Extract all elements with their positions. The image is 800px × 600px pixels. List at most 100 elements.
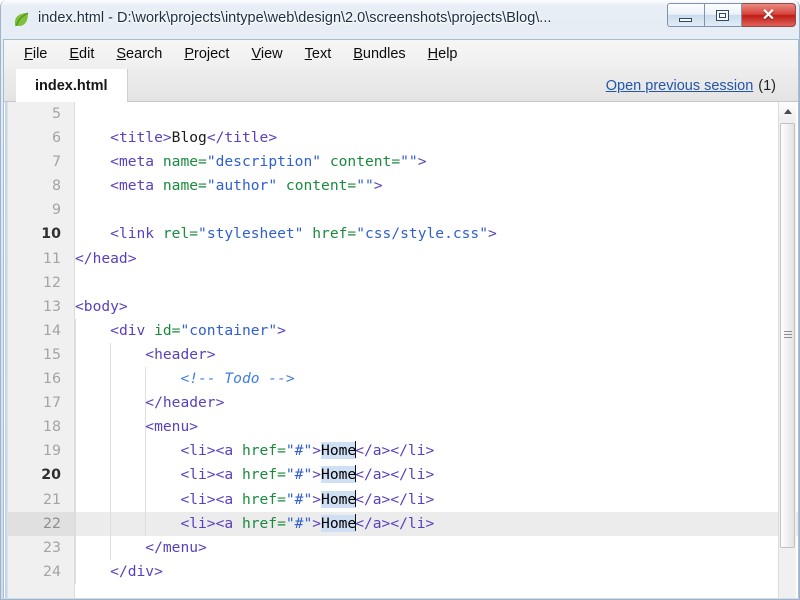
menu-bar: File Edit Search Project View Text Bundles Help: [4, 40, 798, 69]
code-token-attr: name=: [162, 153, 207, 171]
code-token-tag: </a></li>: [355, 466, 435, 484]
client-area: File Edit Search Project View Text Bundles Help…: [3, 39, 799, 598]
code-token-attr: id=: [154, 321, 181, 339]
code-line[interactable]: <!-- Todo -->: [75, 367, 798, 391]
code-line[interactable]: <menu>: [75, 415, 798, 439]
code-line[interactable]: <div id="container">: [75, 319, 798, 343]
code-token-attr: href=: [241, 490, 286, 508]
code-token-tag: >: [417, 153, 427, 171]
menu-item-search[interactable]: Search: [105, 44, 173, 65]
line-number: 10: [41, 226, 61, 243]
code-token-tag: </title>: [206, 129, 278, 147]
code-line[interactable]: <li><a href="#">Home</a></li>: [75, 488, 798, 512]
tab-strip: index.html Open previous session (1): [4, 69, 798, 102]
line-number: 14: [42, 322, 61, 339]
line-number: 12: [42, 274, 61, 291]
line-number: 24: [42, 563, 61, 580]
open-previous-session-link[interactable]: Open previous session: [606, 78, 754, 94]
green-leaf-icon: [15, 12, 29, 26]
code-token-tag: >: [312, 490, 322, 508]
code-token-val: "": [356, 177, 374, 195]
code-token-val: "css/style.css": [356, 225, 488, 243]
code-token-tag: </a></li>: [355, 514, 435, 532]
code-token-tag: <li><a: [180, 514, 242, 532]
code-line[interactable]: <li><a href="#">Home</a></li>: [75, 511, 798, 536]
window-controls: ✕: [667, 3, 796, 27]
selected-text: Home: [321, 466, 357, 484]
code-token-tag: >: [488, 225, 497, 243]
code-editor[interactable]: 5 6 7 8 9 10 11 12 13 14 15 16 17 18 19 20 21 22 23 24 <tit…: [4, 102, 798, 598]
minimize-button[interactable]: [667, 3, 705, 27]
code-line[interactable]: [75, 198, 798, 222]
code-line[interactable]: <li><a href="#">Home</a></li>: [75, 463, 798, 487]
line-number: 19: [42, 443, 61, 460]
code-line[interactable]: <link rel="stylesheet" href="css/style.c…: [75, 222, 798, 246]
scrollbar-thumb[interactable]: [780, 123, 795, 548]
code-line[interactable]: <meta name="description" content="">: [75, 150, 798, 174]
line-number: 11: [42, 250, 61, 267]
line-number: 13: [42, 298, 61, 315]
code-token-tag: <menu>: [145, 418, 199, 436]
code-line[interactable]: </menu>: [75, 536, 798, 560]
line-number: 23: [42, 539, 61, 556]
restore-button[interactable]: [705, 3, 742, 27]
code-token-comment: <!-- Todo -->: [180, 370, 295, 388]
code-line[interactable]: [75, 102, 798, 126]
code-token-val: "stylesheet": [198, 225, 304, 243]
code-token-attr: rel=: [162, 225, 199, 243]
code-line[interactable]: <header>: [75, 343, 798, 367]
code-line[interactable]: <li><a href="#">Home</a></li>: [75, 439, 798, 463]
code-token-txt: Blog: [171, 129, 207, 147]
code-token-val: "author": [206, 177, 278, 195]
menu-item-text[interactable]: Text: [294, 44, 343, 65]
code-token-tag: <div: [110, 321, 155, 339]
line-number: 17: [42, 395, 61, 412]
code-token-tag: <li><a: [180, 442, 242, 460]
code-line[interactable]: [75, 271, 798, 295]
code-token-tag: </menu>: [145, 538, 207, 556]
code-text-area[interactable]: <title>Blog</title> <meta name="descript…: [75, 102, 798, 598]
line-number: 5: [51, 106, 61, 122]
code-line[interactable]: <body>: [75, 295, 798, 319]
code-token-tag: <li><a: [180, 490, 242, 508]
window-title: index.html - D:\work\projects\intype\web…: [38, 10, 552, 26]
close-button[interactable]: ✕: [742, 3, 796, 27]
menu-item-project[interactable]: Project: [173, 44, 240, 65]
code-token-tag: </header>: [145, 394, 225, 412]
code-token-val: "": [400, 153, 418, 171]
code-token-tag: <body>: [75, 297, 128, 315]
code-token-tag: >: [373, 177, 383, 195]
code-line[interactable]: </div>: [75, 560, 798, 584]
session-count: (1): [758, 77, 776, 94]
minimize-icon: [679, 18, 692, 22]
scroll-up-button[interactable]: [779, 102, 796, 120]
code-token-val: "#": [285, 490, 313, 508]
code-token-tag: >: [312, 466, 322, 484]
code-token-attr: name=: [162, 177, 207, 195]
menu-item-edit[interactable]: Edit: [58, 44, 105, 65]
menu-item-bundles[interactable]: Bundles: [342, 44, 416, 65]
session-restore-area: Open previous session (1): [606, 69, 776, 102]
line-number: 16: [42, 371, 61, 388]
menu-item-file[interactable]: File: [13, 44, 58, 65]
menu-item-help[interactable]: Help: [417, 44, 469, 65]
code-token-tag: <meta: [110, 153, 163, 171]
code-token-val: "description": [206, 153, 322, 171]
close-icon: ✕: [761, 7, 776, 24]
application-window: index.html - D:\work\projects\intype\web…: [0, 0, 800, 600]
line-number: 15: [42, 346, 61, 363]
code-line[interactable]: <meta name="author" content="">: [75, 174, 798, 198]
vertical-scrollbar[interactable]: [778, 102, 796, 598]
title-bar[interactable]: index.html - D:\work\projects\intype\web…: [1, 0, 800, 39]
menu-item-view[interactable]: View: [240, 44, 293, 65]
code-token-tag: <title>: [110, 129, 172, 147]
code-line[interactable]: <title>Blog</title>: [75, 126, 798, 150]
code-line[interactable]: </head>: [75, 247, 798, 271]
code-token-tag: >: [312, 514, 322, 532]
tab-index-html[interactable]: index.html: [16, 69, 128, 102]
code-line[interactable]: </header>: [75, 391, 798, 415]
line-number: 21: [42, 491, 61, 508]
